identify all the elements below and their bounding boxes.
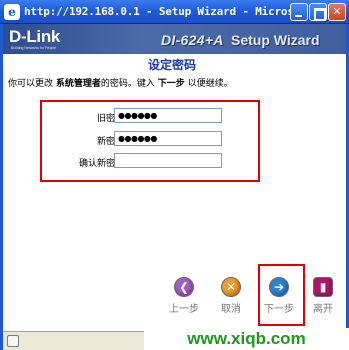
minimize-button[interactable]: [290, 3, 308, 21]
intro-prefix: 你可以更改: [8, 79, 54, 89]
password-form-highlight: 旧密码 ●●●●●● 新密码 ●●●●●● 确认新密码: [40, 100, 260, 182]
intro-middle: 的密码。键入: [100, 79, 155, 89]
confirm-password-field[interactable]: [114, 153, 222, 168]
old-password-field[interactable]: ●●●●●●: [114, 108, 222, 123]
logo-tagline: Building Networks for People: [11, 46, 56, 50]
new-password-row: 新密码 ●●●●●●: [42, 131, 262, 147]
cancel-x-icon: ✕: [221, 277, 241, 297]
dlink-logo: D-Link: [9, 27, 61, 46]
back-label: 上一步: [169, 304, 199, 315]
banner-subtitle: Setup Wizard: [231, 32, 320, 48]
old-password-row: 旧密码 ●●●●●●: [42, 108, 262, 124]
close-button[interactable]: ✕: [328, 3, 346, 21]
window-frame-left: [0, 24, 3, 350]
exit-door-icon: ▮: [313, 277, 333, 297]
cancel-button[interactable]: ✕ 取消: [214, 277, 248, 323]
back-button[interactable]: ❮ 上一步: [167, 277, 201, 323]
confirm-password-row: 确认新密码: [42, 153, 262, 169]
cancel-label: 取消: [221, 304, 241, 315]
new-password-field[interactable]: ●●●●●●: [114, 131, 222, 146]
intro-suffix: 以便继续。: [187, 79, 233, 89]
back-arrow-icon: ❮: [174, 277, 194, 297]
window-title: http://192.168.0.1 - Setup Wizard - Micr…: [24, 5, 314, 18]
site-watermark: www.xiqb.com: [144, 328, 349, 350]
exit-label: 离开: [313, 304, 333, 315]
ie-icon: e: [4, 4, 20, 20]
intro-bold-admin: 系统管理者: [55, 79, 101, 89]
intro-bold-next: 下一步: [157, 79, 185, 89]
title-bar: e http://192.168.0.1 - Setup Wizard - Mi…: [0, 0, 349, 24]
next-button-highlight: [258, 264, 305, 326]
model-name: DI-624+A: [161, 32, 224, 48]
header-banner: D-Link Building Networks for People DI-6…: [3, 24, 346, 54]
maximize-button[interactable]: [309, 3, 327, 21]
page-status-icon: [7, 335, 19, 347]
page-title: 设定密码: [148, 58, 197, 72]
intro-text: 你可以更改 系统管理者的密码。键入 下一步 以便继续。: [8, 76, 233, 89]
exit-button[interactable]: ▮ 离开: [306, 277, 340, 323]
